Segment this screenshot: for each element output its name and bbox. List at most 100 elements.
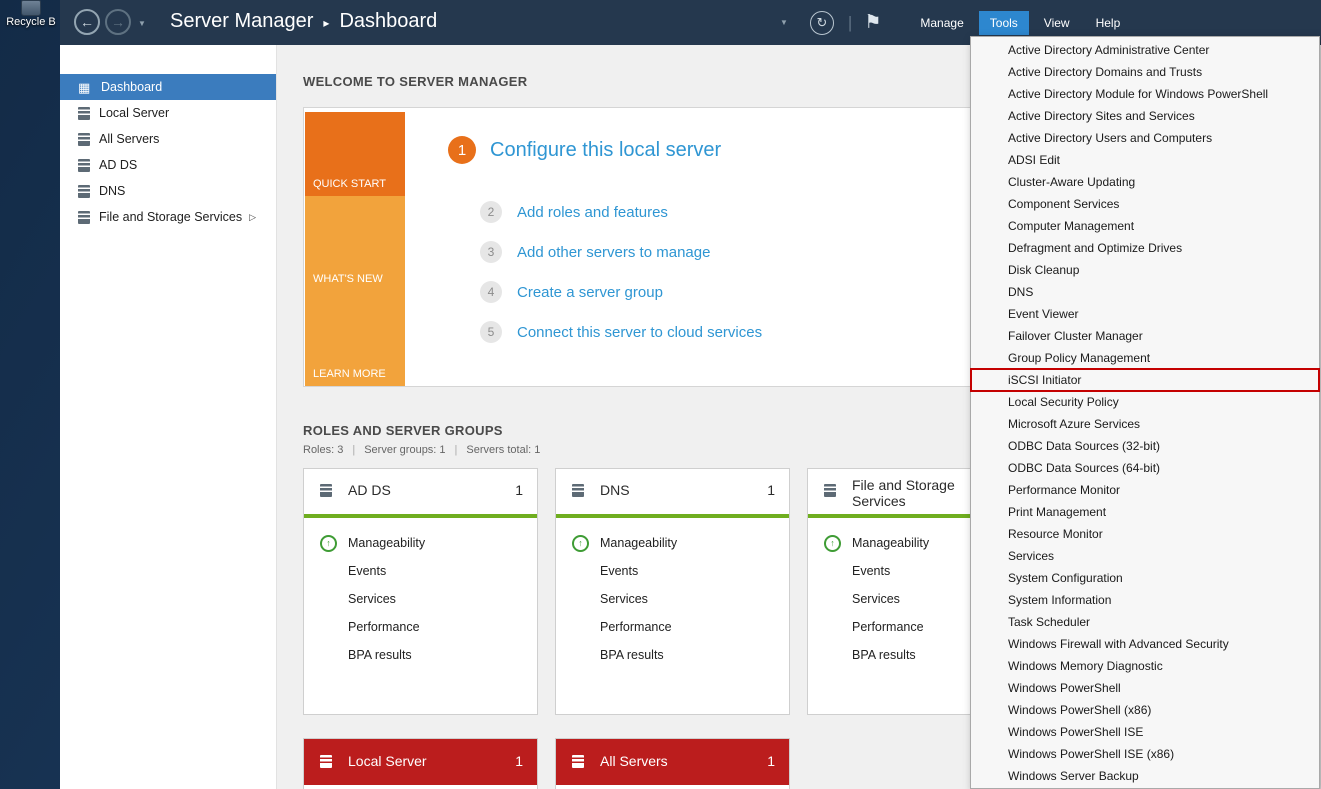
tile-item-services[interactable]: Services — [304, 585, 537, 613]
quickstart-step-1: 1 Configure this local server — [448, 136, 721, 164]
sidebar-item-ad-ds[interactable]: AD DS — [60, 152, 276, 178]
sidebar-item-file-storage-services[interactable]: File and Storage Services — [60, 204, 276, 230]
tools-menu-item[interactable]: Windows PowerShell (x86) — [971, 699, 1319, 721]
servers-total-count: Servers total: 1 — [466, 444, 540, 456]
tools-menu-item[interactable]: Local Security Policy — [971, 391, 1319, 413]
tools-menu-item[interactable]: Windows PowerShell — [971, 677, 1319, 699]
status-tile-header[interactable]: All Servers 1 — [556, 739, 789, 785]
tile-item-label: Manageability — [348, 536, 425, 550]
menu-view[interactable]: View — [1033, 11, 1081, 35]
tools-menu-item[interactable]: System Configuration — [971, 567, 1319, 589]
add-other-servers-link[interactable]: Add other servers to manage — [517, 244, 710, 261]
roles-section-title: ROLES AND SERVER GROUPS — [303, 423, 503, 438]
tools-menu-item[interactable]: Windows Memory Diagnostic — [971, 655, 1319, 677]
tile-item-performance[interactable]: Performance — [304, 613, 537, 641]
tools-menu-item[interactable]: Active Directory Module for Windows Powe… — [971, 83, 1319, 105]
recycle-bin[interactable]: Recycle B — [0, 0, 62, 28]
quickstart-step-2: 2 Add roles and features — [480, 201, 668, 223]
all-servers-icon — [78, 133, 90, 146]
local-server-icon — [78, 107, 90, 120]
tools-menu-item[interactable]: Active Directory Domains and Trusts — [971, 61, 1319, 83]
tile-item-label: Events — [600, 564, 638, 578]
configure-local-server-link[interactable]: Configure this local server — [490, 139, 721, 162]
tile-item-events[interactable]: Events — [304, 557, 537, 585]
tools-menu-item[interactable]: Disk Cleanup — [971, 259, 1319, 281]
forward-icon[interactable] — [105, 9, 131, 35]
tools-menu-item[interactable]: Print Management — [971, 501, 1319, 523]
tile-name: DNS — [600, 482, 750, 498]
tile-item-label: Performance — [600, 620, 672, 634]
whats-new-tab[interactable]: WHAT'S NEW — [305, 196, 405, 291]
ad-ds-icon — [78, 159, 90, 172]
tile-status-bar — [556, 514, 789, 518]
tools-menu-item[interactable]: Microsoft Azure Services — [971, 413, 1319, 435]
tools-menu-item[interactable]: Failover Cluster Manager — [971, 325, 1319, 347]
tools-menu-item[interactable]: Active Directory Users and Computers — [971, 127, 1319, 149]
recycle-bin-label: Recycle B — [6, 16, 56, 28]
tools-menu-item[interactable]: Event Viewer — [971, 303, 1319, 325]
tools-menu-item[interactable]: ODBC Data Sources (64-bit) — [971, 457, 1319, 479]
sidebar: Dashboard Local Server All Servers AD DS… — [60, 45, 277, 789]
menu-manage[interactable]: Manage — [909, 11, 974, 35]
tools-menu-item[interactable]: Active Directory Administrative Center — [971, 39, 1319, 61]
tile-count: 1 — [767, 482, 775, 498]
tools-menu-item[interactable]: ADSI Edit — [971, 149, 1319, 171]
tools-menu-item[interactable]: Defragment and Optimize Drives — [971, 237, 1319, 259]
tile-name: File and Storage Services — [852, 477, 970, 509]
tools-menu-item[interactable]: System Information — [971, 589, 1319, 611]
breadcrumb-root[interactable]: Server Manager — [170, 10, 313, 33]
quickstart-tab[interactable]: QUICK START — [305, 112, 405, 196]
notifications-flag-icon[interactable] — [864, 11, 881, 34]
tools-menu-item[interactable]: Windows Firewall with Advanced Security — [971, 633, 1319, 655]
tile-item-manageability[interactable]: Manageability — [304, 529, 537, 557]
tile-item-manageability[interactable]: Manageability — [556, 529, 789, 557]
sidebar-item-all-servers[interactable]: All Servers — [60, 126, 276, 152]
add-roles-features-link[interactable]: Add roles and features — [517, 204, 668, 221]
tools-menu-item-iscsi-initiator[interactable]: iSCSI Initiator — [971, 369, 1319, 391]
tools-menu-item[interactable]: Performance Monitor — [971, 479, 1319, 501]
tile-name: AD DS — [348, 482, 498, 498]
tools-menu-item[interactable]: Windows PowerShell ISE (x86) — [971, 743, 1319, 765]
tools-menu-item[interactable]: Services — [971, 545, 1319, 567]
menu-help[interactable]: Help — [1085, 11, 1132, 35]
menu-tools[interactable]: Tools — [979, 11, 1029, 35]
tools-menu-item[interactable]: Active Directory Sites and Services — [971, 105, 1319, 127]
quickstart-step-5: 5 Connect this server to cloud services — [480, 321, 762, 343]
tile-header: DNS 1 — [556, 469, 789, 514]
status-tile-count: 1 — [767, 753, 775, 769]
expand-arrow-icon — [249, 212, 256, 223]
status-tile-header[interactable]: Local Server 1 — [304, 739, 537, 785]
tile-item-performance[interactable]: Performance — [556, 613, 789, 641]
tools-menu-item[interactable]: ODBC Data Sources (32-bit) — [971, 435, 1319, 457]
tools-menu-item[interactable]: Resource Monitor — [971, 523, 1319, 545]
step-number-badge: 5 — [480, 321, 502, 343]
sidebar-item-dashboard[interactable]: Dashboard — [60, 74, 276, 100]
tools-menu-item[interactable]: Computer Management — [971, 215, 1319, 237]
summary-separator: | — [352, 444, 355, 456]
learn-more-tab[interactable]: LEARN MORE — [305, 291, 405, 386]
back-icon[interactable] — [74, 9, 100, 35]
tools-menu-item[interactable]: Windows Server Backup — [971, 765, 1319, 787]
tile-item-bpa-results[interactable]: BPA results — [556, 641, 789, 669]
roles-summary: Roles: 3|Server groups: 1|Servers total:… — [303, 444, 540, 456]
tools-menu-item[interactable]: Group Policy Management — [971, 347, 1319, 369]
refresh-icon[interactable] — [810, 11, 834, 35]
create-server-group-link[interactable]: Create a server group — [517, 284, 663, 301]
tile-item-bpa-results[interactable]: BPA results — [304, 641, 537, 669]
tools-menu-item[interactable]: Windows PowerShell ISE — [971, 721, 1319, 743]
tools-menu-item[interactable]: Task Scheduler — [971, 611, 1319, 633]
tools-menu-item[interactable]: Component Services — [971, 193, 1319, 215]
tile-item-label: BPA results — [852, 648, 916, 662]
file-storage-icon — [78, 211, 90, 224]
tile-item-services[interactable]: Services — [556, 585, 789, 613]
tools-menu-item[interactable]: Cluster-Aware Updating — [971, 171, 1319, 193]
tile-item-events[interactable]: Events — [556, 557, 789, 585]
connect-cloud-services-link[interactable]: Connect this server to cloud services — [517, 324, 762, 341]
nav-history-dropdown-icon[interactable] — [138, 19, 146, 28]
manageability-up-icon — [572, 535, 589, 552]
sidebar-item-local-server[interactable]: Local Server — [60, 100, 276, 126]
tile-item-label: Services — [852, 592, 900, 606]
tools-menu-item[interactable]: DNS — [971, 281, 1319, 303]
sidebar-item-dns[interactable]: DNS — [60, 178, 276, 204]
toolbar-dropdown-icon[interactable] — [780, 18, 788, 27]
